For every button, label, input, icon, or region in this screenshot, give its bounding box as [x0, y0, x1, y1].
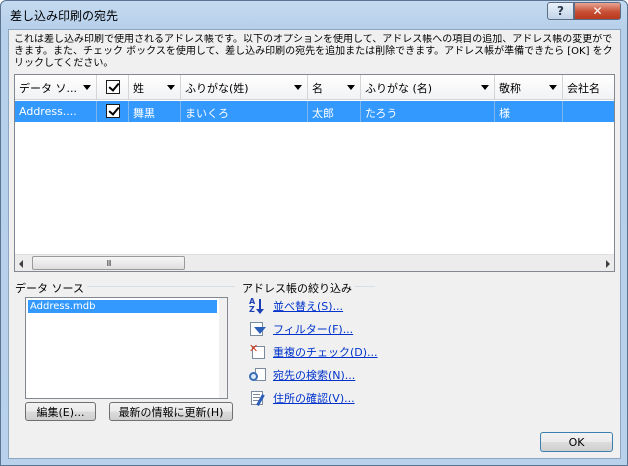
- chevron-down-icon: [294, 85, 302, 90]
- chevron-down-icon: [347, 85, 355, 90]
- filter-link-label[interactable]: フィルター(F)...: [273, 321, 353, 337]
- header-first-name[interactable]: 名: [308, 75, 361, 100]
- ok-button[interactable]: OK: [540, 432, 613, 452]
- cell-include: [97, 101, 129, 122]
- sort-icon: AZ: [249, 298, 267, 314]
- recipient-list-grid: データ ソ... 姓 ふりがな(姓) 名 ふりがな (名) 敬称 会社名 Add…: [14, 74, 615, 272]
- grid-header: データ ソ... 姓 ふりがな(姓) 名 ふりがな (名) 敬称 会社名: [15, 75, 614, 100]
- sort-link-label[interactable]: 並べ替え(S)...: [273, 298, 343, 314]
- chevron-down-icon: [481, 85, 489, 90]
- header-select-all[interactable]: [97, 75, 129, 100]
- edit-button[interactable]: 編集(E)...: [25, 402, 96, 421]
- cell-first-name: 太郎: [308, 101, 361, 122]
- find-recipient-link-label[interactable]: 宛先の検索(N)...: [273, 367, 355, 383]
- filter-icon: [249, 321, 267, 337]
- select-all-checkbox[interactable]: [106, 80, 120, 94]
- scroll-right-icon[interactable]: [606, 260, 610, 268]
- horizontal-scrollbar[interactable]: III: [15, 254, 614, 271]
- header-company[interactable]: 会社名: [563, 75, 614, 100]
- vertical-scrollbar[interactable]: [219, 298, 227, 398]
- header-honorific[interactable]: 敬称: [495, 75, 563, 100]
- dialog-body: これは差し込み印刷で使用されるアドレス帳です。以下のオプションを使用して、アドレ…: [8, 29, 621, 459]
- mail-merge-recipients-dialog: 差し込み印刷の宛先 ? ✕ これは差し込み印刷で使用されるアドレス帳です。以下の…: [0, 0, 628, 466]
- divider: [355, 286, 375, 287]
- cell-company: [563, 101, 614, 122]
- cell-last-name: 舞黒: [129, 101, 181, 122]
- divider: [87, 286, 235, 287]
- dialog-title: 差し込み印刷の宛先: [10, 9, 119, 23]
- description-text: これは差し込み印刷で使用されるアドレス帳です。以下のオプションを使用して、アドレ…: [14, 34, 613, 69]
- refine-label: アドレス帳の絞り込み: [242, 282, 352, 295]
- find-recipient-icon: [249, 367, 267, 383]
- cell-data-source: Address....: [15, 101, 97, 122]
- cell-first-name-kana: たろう: [361, 101, 495, 122]
- sort-link[interactable]: AZ 並べ替え(S)...: [249, 298, 343, 314]
- refresh-button[interactable]: 最新の情報に更新(H): [109, 402, 233, 421]
- close-button[interactable]: ✕: [574, 2, 621, 20]
- header-last-name[interactable]: 姓: [129, 75, 181, 100]
- duplicate-check-icon: ✕: [249, 342, 267, 360]
- validate-address-link-label[interactable]: 住所の確認(V)...: [273, 390, 355, 406]
- data-source-label: データ ソース: [15, 282, 84, 295]
- chevron-down-icon: [167, 85, 175, 90]
- duplicate-check-link[interactable]: ✕ 重複のチェック(D)...: [249, 342, 378, 360]
- list-item[interactable]: Address.mdb: [28, 300, 217, 313]
- table-row[interactable]: Address.... 舞黒 まいくろ 太郎 たろう 様: [15, 101, 614, 122]
- chevron-down-icon: [83, 85, 91, 90]
- header-first-name-kana[interactable]: ふりがな (名): [361, 75, 495, 100]
- duplicate-check-link-label[interactable]: 重複のチェック(D)...: [273, 344, 378, 360]
- header-data-source[interactable]: データ ソ...: [15, 75, 97, 100]
- cell-honorific: 様: [495, 101, 563, 122]
- chevron-down-icon: [549, 85, 557, 90]
- scroll-thumb[interactable]: III: [32, 256, 185, 270]
- data-source-list[interactable]: Address.mdb: [25, 297, 228, 399]
- include-recipient-checkbox[interactable]: [106, 104, 120, 118]
- validate-address-link[interactable]: 住所の確認(V)...: [249, 390, 355, 406]
- find-recipient-link[interactable]: 宛先の検索(N)...: [249, 367, 355, 383]
- scroll-left-icon[interactable]: [19, 260, 23, 268]
- title-bar: 差し込み印刷の宛先 ? ✕: [1, 1, 627, 27]
- help-button[interactable]: ?: [547, 2, 574, 20]
- cell-last-name-kana: まいくろ: [181, 101, 308, 122]
- header-last-name-kana[interactable]: ふりがな(姓): [181, 75, 308, 100]
- filter-link[interactable]: フィルター(F)...: [249, 321, 353, 337]
- validate-address-icon: [249, 390, 267, 406]
